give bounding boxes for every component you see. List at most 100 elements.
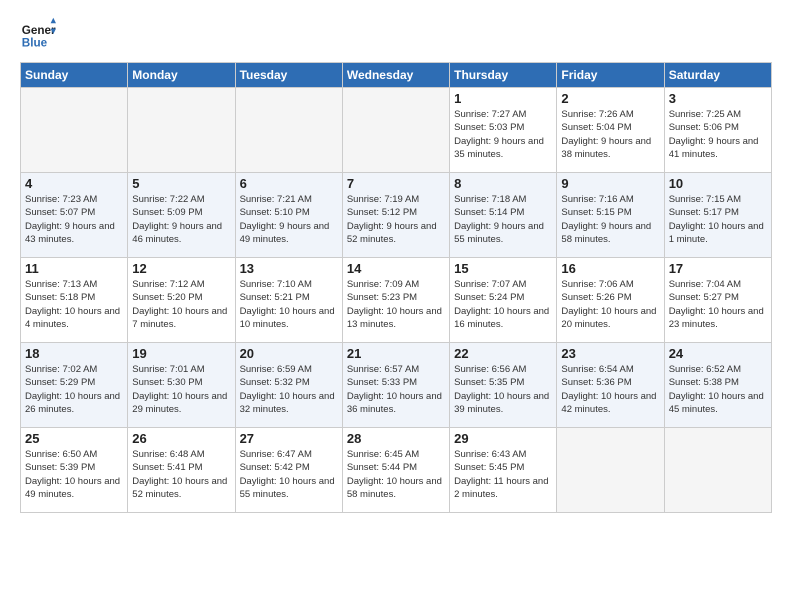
svg-text:Blue: Blue bbox=[22, 37, 48, 50]
day-number: 27 bbox=[240, 431, 338, 446]
day-info: Sunrise: 6:56 AM Sunset: 5:35 PM Dayligh… bbox=[454, 363, 552, 416]
calendar-week-row: 25 Sunrise: 6:50 AM Sunset: 5:39 PM Dayli… bbox=[21, 428, 772, 513]
day-number: 15 bbox=[454, 261, 552, 276]
calendar-cell: 16 Sunrise: 7:06 AM Sunset: 5:26 PM Dayli… bbox=[557, 258, 664, 343]
page: General Blue SundayMondayTuesdayWednesda… bbox=[0, 0, 792, 612]
day-number: 4 bbox=[25, 176, 123, 191]
day-info: Sunrise: 7:04 AM Sunset: 5:27 PM Dayligh… bbox=[669, 278, 767, 331]
day-info: Sunrise: 7:13 AM Sunset: 5:18 PM Dayligh… bbox=[25, 278, 123, 331]
day-number: 9 bbox=[561, 176, 659, 191]
calendar-header-saturday: Saturday bbox=[664, 63, 771, 88]
calendar-header-friday: Friday bbox=[557, 63, 664, 88]
calendar-cell bbox=[235, 88, 342, 173]
calendar-cell: 15 Sunrise: 7:07 AM Sunset: 5:24 PM Dayli… bbox=[450, 258, 557, 343]
day-number: 23 bbox=[561, 346, 659, 361]
calendar-header-wednesday: Wednesday bbox=[342, 63, 449, 88]
day-info: Sunrise: 7:19 AM Sunset: 5:12 PM Dayligh… bbox=[347, 193, 445, 246]
calendar-cell: 18Sunrise: 7:02 AM Sunset: 5:29 PM Dayli… bbox=[21, 343, 128, 428]
calendar-cell: 9 Sunrise: 7:16 AM Sunset: 5:15 PM Daylig… bbox=[557, 173, 664, 258]
calendar-cell bbox=[128, 88, 235, 173]
calendar-cell: 8 Sunrise: 7:18 AM Sunset: 5:14 PM Daylig… bbox=[450, 173, 557, 258]
day-number: 7 bbox=[347, 176, 445, 191]
calendar-cell: 6Sunrise: 7:21 AM Sunset: 5:10 PM Daylig… bbox=[235, 173, 342, 258]
day-number: 24 bbox=[669, 346, 767, 361]
calendar-cell: 20 Sunrise: 6:59 AM Sunset: 5:32 PM Dayli… bbox=[235, 343, 342, 428]
logo: General Blue bbox=[20, 16, 60, 52]
day-info: Sunrise: 7:01 AM Sunset: 5:30 PM Dayligh… bbox=[132, 363, 230, 416]
day-info: Sunrise: 6:59 AM Sunset: 5:32 PM Dayligh… bbox=[240, 363, 338, 416]
calendar-cell: 12 Sunrise: 7:12 AM Sunset: 5:20 PM Dayli… bbox=[128, 258, 235, 343]
day-number: 17 bbox=[669, 261, 767, 276]
calendar-cell: 4Sunrise: 7:23 AM Sunset: 5:07 PM Daylig… bbox=[21, 173, 128, 258]
day-number: 19 bbox=[132, 346, 230, 361]
day-number: 20 bbox=[240, 346, 338, 361]
calendar-cell: 11 Sunrise: 7:13 AM Sunset: 5:18 PM Dayli… bbox=[21, 258, 128, 343]
day-info: Sunrise: 7:02 AM Sunset: 5:29 PM Dayligh… bbox=[25, 363, 123, 416]
calendar-cell: 17 Sunrise: 7:04 AM Sunset: 5:27 PM Dayli… bbox=[664, 258, 771, 343]
day-number: 11 bbox=[25, 261, 123, 276]
calendar-cell: 1Sunrise: 7:27 AM Sunset: 5:03 PM Daylig… bbox=[450, 88, 557, 173]
day-number: 16 bbox=[561, 261, 659, 276]
day-number: 22 bbox=[454, 346, 552, 361]
day-info: Sunrise: 7:12 AM Sunset: 5:20 PM Dayligh… bbox=[132, 278, 230, 331]
day-info: Sunrise: 7:16 AM Sunset: 5:15 PM Dayligh… bbox=[561, 193, 659, 246]
calendar-cell: 2 Sunrise: 7:26 AM Sunset: 5:04 PM Daylig… bbox=[557, 88, 664, 173]
calendar-week-row: 1Sunrise: 7:27 AM Sunset: 5:03 PM Daylig… bbox=[21, 88, 772, 173]
day-info: Sunrise: 7:26 AM Sunset: 5:04 PM Dayligh… bbox=[561, 108, 659, 161]
day-number: 26 bbox=[132, 431, 230, 446]
calendar-cell: 19 Sunrise: 7:01 AM Sunset: 5:30 PM Dayli… bbox=[128, 343, 235, 428]
calendar-cell: 10Sunrise: 7:15 AM Sunset: 5:17 PM Dayli… bbox=[664, 173, 771, 258]
day-info: Sunrise: 6:52 AM Sunset: 5:38 PM Dayligh… bbox=[669, 363, 767, 416]
logo-icon: General Blue bbox=[20, 16, 56, 52]
day-number: 3 bbox=[669, 91, 767, 106]
calendar-cell bbox=[21, 88, 128, 173]
calendar-week-row: 4Sunrise: 7:23 AM Sunset: 5:07 PM Daylig… bbox=[21, 173, 772, 258]
day-info: Sunrise: 7:07 AM Sunset: 5:24 PM Dayligh… bbox=[454, 278, 552, 331]
day-info: Sunrise: 6:48 AM Sunset: 5:41 PM Dayligh… bbox=[132, 448, 230, 501]
calendar-header-sunday: Sunday bbox=[21, 63, 128, 88]
day-number: 14 bbox=[347, 261, 445, 276]
calendar-header-row: SundayMondayTuesdayWednesdayThursdayFrid… bbox=[21, 63, 772, 88]
svg-text:General: General bbox=[22, 24, 56, 37]
day-number: 21 bbox=[347, 346, 445, 361]
day-info: Sunrise: 7:22 AM Sunset: 5:09 PM Dayligh… bbox=[132, 193, 230, 246]
calendar-cell: 3 Sunrise: 7:25 AM Sunset: 5:06 PM Daylig… bbox=[664, 88, 771, 173]
calendar-cell bbox=[342, 88, 449, 173]
day-info: Sunrise: 6:43 AM Sunset: 5:45 PM Dayligh… bbox=[454, 448, 552, 501]
calendar-cell: 27 Sunrise: 6:47 AM Sunset: 5:42 PM Dayli… bbox=[235, 428, 342, 513]
day-info: Sunrise: 6:54 AM Sunset: 5:36 PM Dayligh… bbox=[561, 363, 659, 416]
day-info: Sunrise: 6:57 AM Sunset: 5:33 PM Dayligh… bbox=[347, 363, 445, 416]
calendar-cell: 22 Sunrise: 6:56 AM Sunset: 5:35 PM Dayli… bbox=[450, 343, 557, 428]
day-number: 28 bbox=[347, 431, 445, 446]
day-info: Sunrise: 7:06 AM Sunset: 5:26 PM Dayligh… bbox=[561, 278, 659, 331]
day-info: Sunrise: 6:45 AM Sunset: 5:44 PM Dayligh… bbox=[347, 448, 445, 501]
day-number: 2 bbox=[561, 91, 659, 106]
calendar-header-tuesday: Tuesday bbox=[235, 63, 342, 88]
day-info: Sunrise: 7:21 AM Sunset: 5:10 PM Dayligh… bbox=[240, 193, 338, 246]
calendar-cell: 7 Sunrise: 7:19 AM Sunset: 5:12 PM Daylig… bbox=[342, 173, 449, 258]
day-number: 12 bbox=[132, 261, 230, 276]
day-number: 25 bbox=[25, 431, 123, 446]
day-info: Sunrise: 7:27 AM Sunset: 5:03 PM Dayligh… bbox=[454, 108, 552, 161]
day-info: Sunrise: 6:47 AM Sunset: 5:42 PM Dayligh… bbox=[240, 448, 338, 501]
calendar-week-row: 18Sunrise: 7:02 AM Sunset: 5:29 PM Dayli… bbox=[21, 343, 772, 428]
calendar-cell bbox=[664, 428, 771, 513]
calendar-cell: 5 Sunrise: 7:22 AM Sunset: 5:09 PM Daylig… bbox=[128, 173, 235, 258]
calendar-cell: 26 Sunrise: 6:48 AM Sunset: 5:41 PM Dayli… bbox=[128, 428, 235, 513]
day-number: 29 bbox=[454, 431, 552, 446]
day-info: Sunrise: 7:18 AM Sunset: 5:14 PM Dayligh… bbox=[454, 193, 552, 246]
day-number: 13 bbox=[240, 261, 338, 276]
calendar-cell bbox=[557, 428, 664, 513]
day-info: Sunrise: 6:50 AM Sunset: 5:39 PM Dayligh… bbox=[25, 448, 123, 501]
day-number: 5 bbox=[132, 176, 230, 191]
calendar-cell: 23 Sunrise: 6:54 AM Sunset: 5:36 PM Dayli… bbox=[557, 343, 664, 428]
day-info: Sunrise: 7:25 AM Sunset: 5:06 PM Dayligh… bbox=[669, 108, 767, 161]
calendar-header-thursday: Thursday bbox=[450, 63, 557, 88]
calendar-cell: 25 Sunrise: 6:50 AM Sunset: 5:39 PM Dayli… bbox=[21, 428, 128, 513]
calendar-cell: 13Sunrise: 7:10 AM Sunset: 5:21 PM Dayli… bbox=[235, 258, 342, 343]
calendar-cell: 29 Sunrise: 6:43 AM Sunset: 5:45 PM Dayli… bbox=[450, 428, 557, 513]
day-number: 8 bbox=[454, 176, 552, 191]
calendar-week-row: 11 Sunrise: 7:13 AM Sunset: 5:18 PM Dayli… bbox=[21, 258, 772, 343]
calendar-header-monday: Monday bbox=[128, 63, 235, 88]
day-info: Sunrise: 7:15 AM Sunset: 5:17 PM Dayligh… bbox=[669, 193, 767, 246]
